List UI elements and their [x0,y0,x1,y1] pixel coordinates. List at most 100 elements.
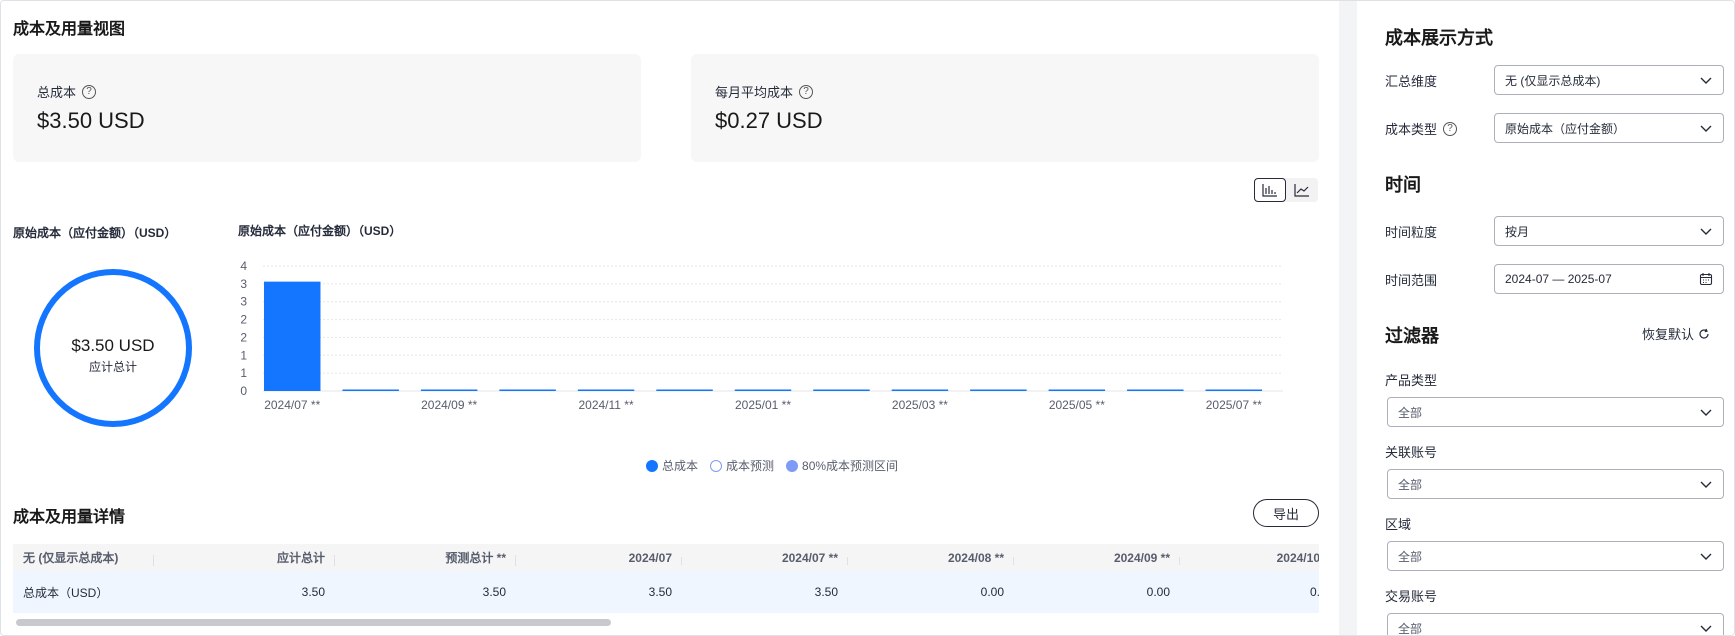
group-select[interactable]: 无 (仅显示总成本) [1494,65,1724,95]
chart-type-toggle [1254,178,1318,202]
total-cost-card: 总成本 ? $3.50 USD [13,54,641,162]
x-tick-label: 2024/07 ** [264,398,320,412]
cost-type-label: 成本类型 ? [1385,119,1458,138]
help-icon[interactable]: ? [82,84,97,99]
chevron-down-icon [1700,625,1712,632]
bar [970,389,1027,391]
y-tick-label: 1 [240,348,247,362]
column-header: 2024/10 [1276,550,1319,565]
app-frame: 成本及用量视图 总成本 ? $3.50 USD 每月平均成本 ? $0.27 U… [0,0,1735,636]
line-chart-icon [1294,184,1309,197]
bar [342,389,399,391]
table-cell: 总成本（USD） [23,585,109,600]
page-title: 成本及用量视图 [13,21,126,38]
column-header: 无 (仅显示总成本) [13,549,154,566]
chevron-down-icon [1700,553,1712,560]
export-button[interactable]: 导出 [1253,499,1319,527]
reset-button[interactable]: 恢复默认 [1642,324,1710,343]
legend-item-total[interactable]: 总成本 [646,457,698,474]
legend-item-interval[interactable]: 80%成本预测区间 [786,457,898,474]
chevron-down-icon [1700,228,1712,235]
cost-type-select[interactable]: 原始成本（应付金额） [1494,113,1724,143]
y-tick-label: 2 [240,330,247,344]
granularity-label: 时间粒度 [1385,225,1438,240]
table-cell: 0.00 [1146,585,1170,599]
bar-chart: 0 1 1 2 2 3 3 4 2024/07 ** 2024/09 ** 2024/11 ** 20… [240,259,1283,412]
bar [891,389,949,391]
region-select[interactable]: 全部 [1387,541,1724,571]
table-cell: 3.50 [482,585,506,599]
table-cell: 0.00 [980,585,1004,599]
y-tick-label: 2 [240,313,247,327]
trading-account-select[interactable]: 全部 [1387,613,1724,635]
chevron-down-icon [1700,409,1712,416]
x-tick-label: 2025/05 ** [1049,398,1105,412]
bar [263,281,321,391]
legend-marker [710,459,723,472]
x-tick-label: 2024/09 ** [421,398,477,412]
column-header: 2024/09 ** [1014,551,1180,565]
display-section-title: 成本展示方式 [1385,28,1493,48]
chevron-down-icon [1700,125,1712,132]
help-icon[interactable]: ? [799,84,814,99]
main-content: 成本及用量视图 总成本 ? $3.50 USD 每月平均成本 ? $0.27 U… [1,1,1339,635]
table-cell: 3.50 [648,585,672,599]
detail-table: 无 (仅显示总成本) 应计总计 预测总计 ** 2024/07 2024/07 … [13,544,1319,624]
bar [420,389,478,391]
bar-chart-title: 原始成本（应付金额）（USD） [238,224,402,238]
avg-cost-value: $0.27 USD [715,108,823,133]
column-header: 2024/07 [516,551,682,565]
legend-item-forecast[interactable]: 成本预测 [710,457,774,474]
x-tick-label: 2024/11 ** [578,398,633,412]
granularity-select[interactable]: 按月 [1494,216,1724,246]
filter-label: 产品类型 [1385,373,1438,388]
bar [577,389,635,391]
chevron-down-icon [1700,481,1712,488]
filter-label: 关联账号 [1385,445,1438,460]
help-icon[interactable]: ? [1443,121,1458,136]
bar [813,389,870,391]
total-cost-label: 总成本 [37,85,77,100]
date-range-picker[interactable]: 2024-07 — 2025-07 [1494,264,1724,294]
y-tick-label: 1 [240,366,247,380]
table-cell: 0. [1309,585,1319,599]
table-cell: 3.50 [301,585,325,599]
column-header: 2024/07 ** [682,551,848,565]
line-chart-button[interactable] [1286,178,1318,202]
y-tick-label: 0 [240,384,247,398]
product-type-select[interactable]: 全部 [1387,397,1724,427]
donut-label: 应计总计 [88,360,137,374]
legend-marker [646,459,658,472]
column-header: 预测总计 ** [335,549,516,566]
bar [499,389,556,391]
group-label: 汇总维度 [1385,74,1438,89]
bar [1127,389,1184,391]
y-tick-label: 3 [240,295,247,309]
y-tick-label: 4 [240,259,247,273]
table-row[interactable]: 总成本（USD） 3.50 3.50 3.50 3.50 0.00 0.00 0… [13,571,1319,613]
column-header: 应计总计 [154,549,335,566]
refresh-icon [1699,328,1709,339]
filter-section-title: 过滤器 [1385,326,1439,346]
bar [1205,389,1263,391]
legend-marker [786,459,799,472]
bar [734,389,792,391]
total-cost-value: $3.50 USD [37,108,145,133]
bar [656,389,713,391]
horizontal-scrollbar[interactable] [16,619,611,626]
range-label: 时间范围 [1385,273,1438,288]
bar-chart-button[interactable] [1254,178,1286,202]
detail-title: 成本及用量详情 [13,509,126,526]
avg-cost-label: 每月平均成本 [715,85,794,100]
x-tick-label: 2025/01 ** [735,398,791,412]
avg-cost-card: 每月平均成本 ? $0.27 USD [691,54,1319,162]
donut-title: 原始成本（应付金额）（USD） [13,226,177,240]
x-tick-label: 2025/03 ** [892,398,948,412]
table-header: 无 (仅显示总成本) 应计总计 预测总计 ** 2024/07 2024/07 … [13,544,1319,571]
column-header: 2024/08 ** [848,551,1014,565]
filter-label: 交易账号 [1385,589,1438,604]
bar [1048,389,1106,391]
y-tick-label: 3 [240,277,247,291]
donut-value: $3.50 USD [71,336,155,355]
linked-account-select[interactable]: 全部 [1387,469,1724,499]
